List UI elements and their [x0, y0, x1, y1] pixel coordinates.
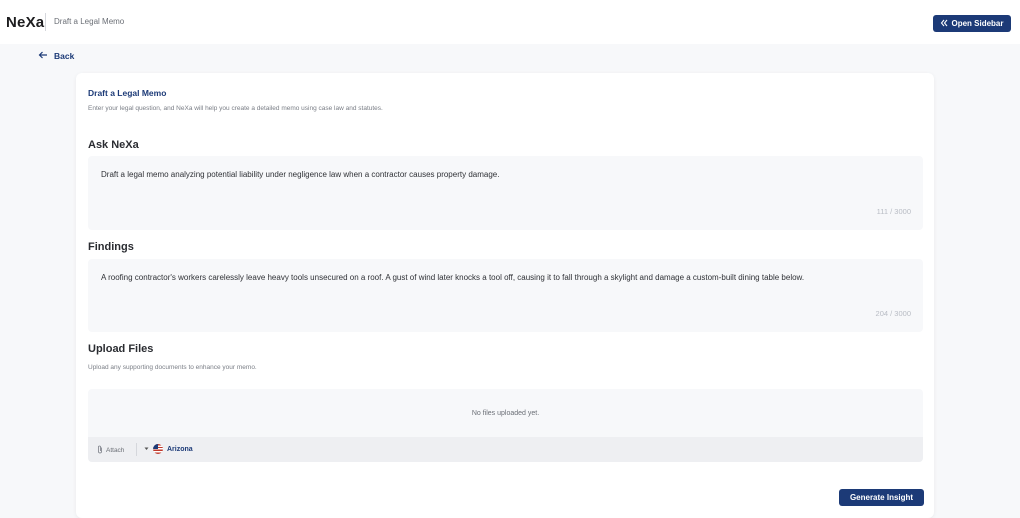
ask-label: Ask NeXa: [88, 139, 139, 151]
back-link[interactable]: Back: [38, 51, 74, 61]
toolbar-divider: [136, 443, 137, 456]
top-bar: NeXa Draft a Legal Memo Open Sidebar: [0, 0, 1020, 44]
card-title: Draft a Legal Memo: [88, 88, 167, 98]
attach-label: Attach: [106, 447, 125, 454]
ask-char-counter: 111 / 3000: [876, 207, 911, 216]
caret-down-icon: [144, 446, 149, 453]
ask-input-text: Draft a legal memo analyzing potential l…: [101, 170, 500, 179]
arrow-left-icon: [38, 51, 48, 61]
header-divider: [45, 13, 46, 31]
open-sidebar-label: Open Sidebar: [951, 19, 1004, 28]
jurisdiction-select[interactable]: Arizona: [144, 444, 193, 454]
findings-char-counter: 204 / 3000: [875, 309, 911, 318]
brand-logo: NeXa: [6, 14, 45, 31]
paperclip-icon: [97, 445, 103, 456]
generate-insight-button[interactable]: Generate Insight: [839, 489, 924, 506]
empty-files-text: No files uploaded yet.: [471, 410, 540, 417]
ask-input[interactable]: Draft a legal memo analyzing potential l…: [88, 156, 923, 230]
findings-input-text: A roofing contractor's workers carelessl…: [101, 273, 805, 282]
findings-input[interactable]: A roofing contractor's workers carelessl…: [88, 259, 923, 332]
upload-dropzone[interactable]: No files uploaded yet. Attach Arizona: [88, 389, 923, 462]
upload-label: Upload Files: [88, 343, 154, 355]
breadcrumb: Draft a Legal Memo: [54, 17, 125, 26]
attach-button[interactable]: Attach: [97, 445, 124, 456]
double-chevron-left-icon: [940, 19, 948, 29]
jurisdiction-label: Arizona: [167, 445, 193, 453]
memo-card: Draft a Legal Memo Enter your legal ques…: [76, 73, 934, 518]
back-label: Back: [54, 51, 75, 61]
open-sidebar-button[interactable]: Open Sidebar: [933, 15, 1011, 32]
card-subtitle: Enter your legal question, and NeXa will…: [88, 105, 383, 112]
us-flag-icon: [153, 444, 163, 454]
findings-label: Findings: [88, 241, 134, 253]
upload-toolbar: Attach Arizona: [88, 437, 923, 462]
upload-subtitle: Upload any supporting documents to enhan…: [88, 364, 257, 371]
